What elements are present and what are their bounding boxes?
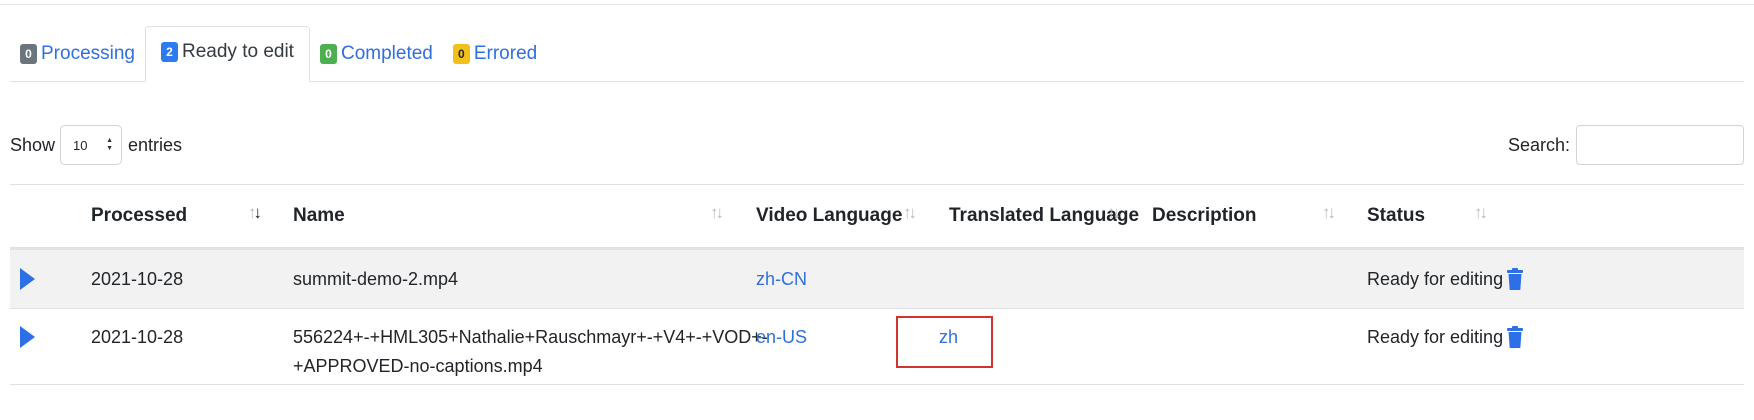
sort-icon[interactable]: ↑↓ [1322, 203, 1336, 223]
table-row[interactable]: 2021-10-28 summit-demo-2.mp4 zh-CN Ready… [10, 250, 1744, 309]
video-language-link[interactable]: en-US [756, 322, 807, 353]
entries-label: entries [128, 134, 183, 155]
status-text: Ready for editing [1367, 327, 1504, 347]
videos-table: Processed ↑↓ Name ↑↓ Video Language ↑↓ T… [10, 184, 1744, 385]
sort-icon[interactable]: ↑↓ [1474, 203, 1488, 223]
ready-count-badge: 2 [161, 42, 178, 62]
video-name: 556224+-+HML305+Nathalie+Rauschmayr+-+V4… [293, 327, 768, 347]
search-control: Search: [1508, 125, 1744, 165]
sort-icon[interactable]: ↑↓ [1107, 203, 1121, 223]
sort-icon[interactable]: ↑↓ [903, 203, 917, 223]
search-label: Search: [1507, 134, 1570, 155]
tab-errored-label: Errored [473, 42, 538, 64]
translated-language-link[interactable]: zh [939, 322, 958, 353]
column-header-description[interactable]: Description [1152, 185, 1257, 247]
tab-ready-label: Ready to edit [182, 41, 294, 62]
tab-ready-to-edit[interactable]: 2 Ready to edit [145, 26, 310, 82]
trash-icon[interactable] [1507, 326, 1523, 348]
column-header-name[interactable]: Name [293, 185, 345, 247]
status-text: Ready for editing [1367, 269, 1504, 289]
select-arrows-icon: ▲ ▼ [106, 137, 114, 152]
tab-completed-label: Completed [340, 42, 433, 64]
column-header-video-language[interactable]: Video Language [756, 185, 902, 247]
table-row[interactable]: 2021-10-28 556224+-+HML305+Nathalie+Raus… [10, 309, 1744, 385]
video-language-link[interactable]: zh-CN [756, 264, 807, 295]
show-label: Show [10, 134, 56, 155]
sort-icon[interactable]: ↑↓ [710, 203, 724, 223]
completed-count-badge: 0 [319, 43, 337, 64]
top-divider [0, 4, 1754, 5]
processed-date: 2021-10-28 [91, 327, 184, 347]
tab-completed[interactable]: 0 Completed [310, 29, 443, 82]
processing-count-badge: 0 [20, 43, 37, 64]
video-name: summit-demo-2.mp4 [293, 269, 459, 289]
processed-date: 2021-10-28 [91, 269, 184, 289]
play-icon[interactable] [20, 268, 35, 290]
play-icon[interactable] [20, 326, 35, 348]
column-header-status[interactable]: Status [1367, 185, 1425, 247]
table-header: Processed ↑↓ Name ↑↓ Video Language ↑↓ T… [10, 184, 1744, 250]
page-length-value: 10 [73, 137, 88, 153]
status-tabs: 0 Processing 2 Ready to edit 0 Completed… [10, 26, 547, 82]
errored-count-badge: 0 [452, 43, 470, 64]
trash-icon[interactable] [1507, 268, 1523, 290]
tab-processing-label: Processing [41, 42, 135, 64]
column-header-processed[interactable]: Processed [91, 185, 187, 247]
page-length-select[interactable]: 10 ▲ ▼ [60, 125, 123, 165]
search-input[interactable] [1576, 125, 1744, 165]
video-name-continued: +APPROVED-no-captions.mp4 [293, 356, 543, 376]
tab-errored[interactable]: 0 Errored [443, 29, 547, 82]
sort-desc-icon[interactable]: ↑↓ [248, 203, 262, 223]
page-length-control: Show 10 ▲ ▼ entries [10, 125, 182, 165]
tab-processing[interactable]: 0 Processing [10, 29, 145, 82]
